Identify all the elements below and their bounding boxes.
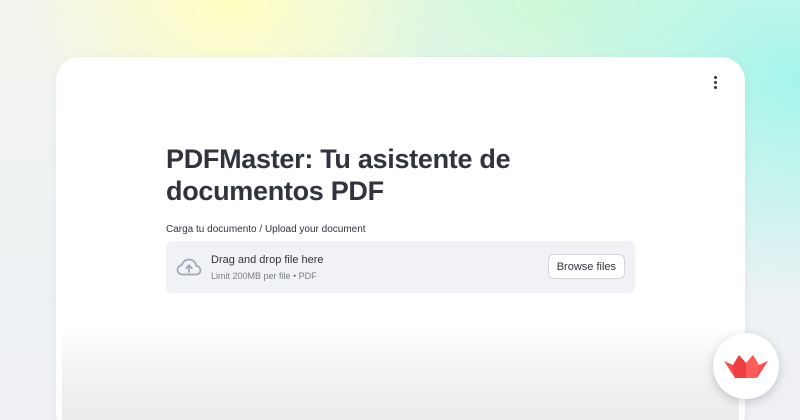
dropzone-text: Drag and drop file here Limit 200MB per …	[211, 253, 324, 282]
menu-dot-icon	[713, 75, 717, 79]
streamlit-badge[interactable]	[713, 333, 779, 399]
dropzone-title: Drag and drop file here	[211, 254, 324, 266]
dropzone-limit: Limit 200MB per file • PDF	[211, 271, 317, 281]
app-window: PDFMaster: Tu asistente de documentos PD…	[56, 57, 745, 420]
main-menu-button[interactable]	[707, 74, 723, 90]
menu-dot-icon	[713, 85, 717, 89]
main-content: PDFMaster: Tu asistente de documentos PD…	[166, 143, 635, 293]
bottom-fade	[62, 325, 739, 420]
cloud-upload-icon	[176, 258, 202, 276]
uploader-label: Carga tu documento / Upload your documen…	[166, 224, 366, 235]
page-title: PDFMaster: Tu asistente de documentos PD…	[166, 144, 511, 206]
file-dropzone[interactable]: Drag and drop file here Limit 200MB per …	[166, 241, 635, 293]
browse-files-button[interactable]: Browse files	[547, 254, 625, 279]
menu-dot-icon	[713, 80, 717, 84]
streamlit-crown-logo-icon	[724, 355, 768, 378]
